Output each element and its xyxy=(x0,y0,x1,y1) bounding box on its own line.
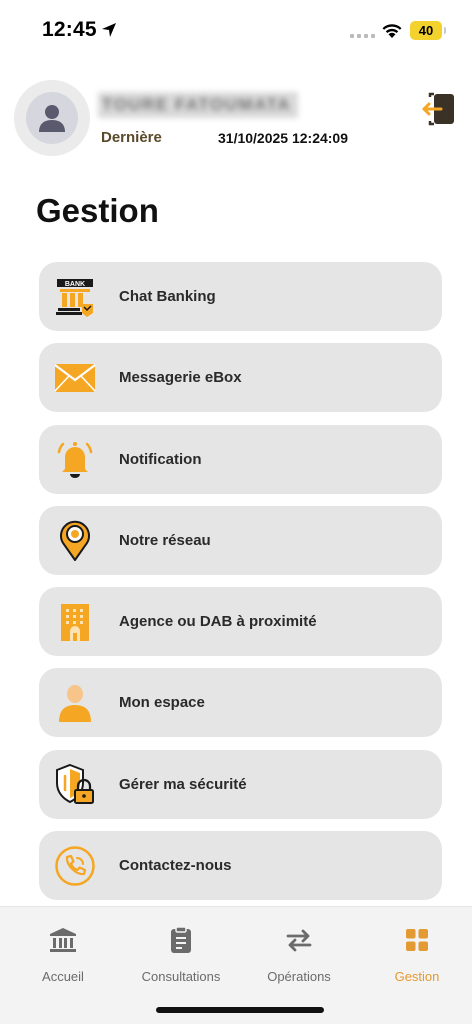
menu-item-securite[interactable]: Gérer ma sécurité xyxy=(39,749,442,819)
menu-item-label: Chat Banking xyxy=(119,288,216,305)
clipboard-icon xyxy=(166,925,196,955)
avatar[interactable] xyxy=(14,80,90,156)
menu-item-contact[interactable]: Contactez-nous xyxy=(39,831,442,901)
menu-item-reseau[interactable]: Notre réseau xyxy=(39,505,442,575)
menu-item-label: Messagerie eBox xyxy=(119,369,242,387)
location-arrow-icon xyxy=(102,23,116,37)
page-title: Gestion xyxy=(36,192,159,229)
bank-building-icon xyxy=(48,925,78,955)
menu-item-notification[interactable]: Notification xyxy=(39,424,442,494)
grid-icon xyxy=(402,925,432,955)
gestion-menu: BANK Chat Banking Messagerie eBox Notifi… xyxy=(39,262,442,912)
menu-item-messagerie[interactable]: Messagerie eBox xyxy=(39,343,442,413)
menu-item-label: Gérer ma sécurité xyxy=(119,775,247,793)
battery-level: 40 xyxy=(418,23,434,38)
nav-label: Gestion xyxy=(394,969,440,984)
transfer-arrows-icon xyxy=(284,925,314,955)
nav-operations[interactable]: Opérations xyxy=(240,907,358,997)
shield-lock-icon xyxy=(53,762,97,806)
nav-label: Accueil xyxy=(42,969,84,984)
nav-gestion[interactable]: Gestion xyxy=(358,907,472,997)
nav-accueil[interactable]: Accueil xyxy=(4,907,122,997)
wifi-icon xyxy=(382,24,402,38)
menu-item-label: Agence ou DAB à proximité xyxy=(119,613,317,631)
nav-label: Consultations xyxy=(141,969,221,984)
menu-item-label: Contactez-nous xyxy=(119,857,232,875)
home-indicator[interactable] xyxy=(156,1007,324,1013)
phone-icon xyxy=(53,844,97,888)
bank-icon: BANK xyxy=(53,275,97,319)
nav-consultations[interactable]: Consultations xyxy=(122,907,240,997)
menu-item-chat-banking[interactable]: BANK Chat Banking xyxy=(39,262,442,331)
bell-icon xyxy=(53,437,97,481)
menu-item-label: Notre réseau xyxy=(119,531,211,549)
last-login-label: Dernière xyxy=(101,129,162,146)
svg-text:BANK: BANK xyxy=(65,281,85,288)
envelope-icon xyxy=(53,356,97,400)
battery-indicator: 40 xyxy=(410,21,446,40)
menu-item-label: Mon espace xyxy=(119,694,205,712)
status-time: 12:45 xyxy=(42,18,97,41)
menu-item-agence-dab[interactable]: Agence ou DAB à proximité xyxy=(39,587,442,657)
user-avatar-icon xyxy=(26,92,78,144)
logout-icon[interactable] xyxy=(421,91,457,127)
nav-label: Opérations xyxy=(267,969,331,984)
building-icon xyxy=(53,600,97,644)
status-bar: 12:45 40 xyxy=(0,0,472,60)
last-login-date: 31/10/2025 12:24:09 xyxy=(218,130,348,146)
menu-item-label: Notification xyxy=(119,450,202,468)
menu-item-mon-espace[interactable]: Mon espace xyxy=(39,668,442,738)
person-icon xyxy=(53,681,97,725)
user-name: TOURE FATOUMATA xyxy=(98,92,298,118)
location-pin-icon xyxy=(53,518,97,562)
signal-icon xyxy=(350,34,375,38)
